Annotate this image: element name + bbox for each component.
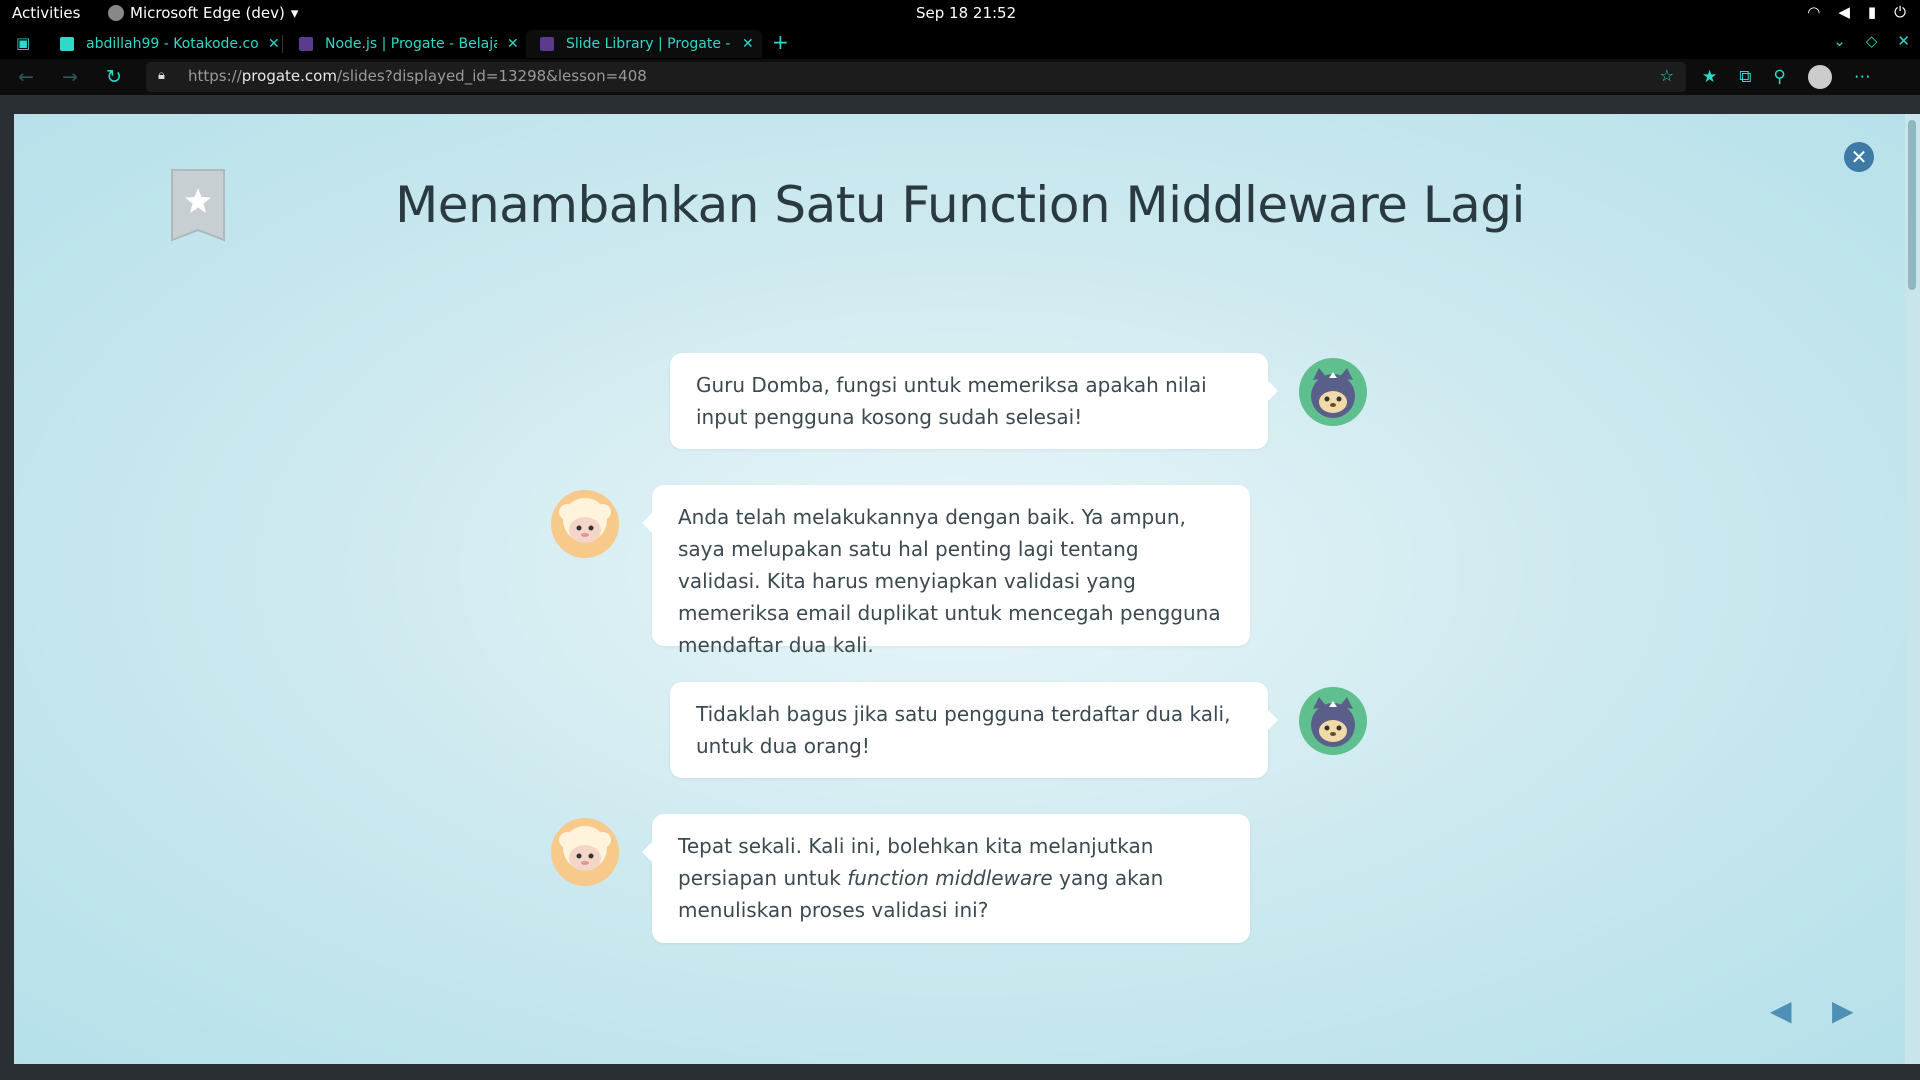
- close-window-icon[interactable]: ✕: [1897, 32, 1910, 50]
- chat-bubble: Guru Domba, fungsi untuk memeriksa apaka…: [670, 353, 1278, 449]
- battery-icon: ▮: [1867, 3, 1877, 21]
- chat-text: Guru Domba, fungsi untuk memeriksa apaka…: [696, 373, 1207, 429]
- page-bottom-strip: [0, 1064, 1920, 1080]
- back-icon[interactable]: ←: [18, 66, 34, 88]
- tab-nodejs-progate[interactable]: Node.js | Progate - Belajar ✕: [285, 30, 519, 58]
- app-menu[interactable]: Microsoft Edge (dev) ▾: [108, 4, 298, 22]
- tab-strip-controls: ⌄ ◇ ✕: [1833, 32, 1910, 50]
- next-slide-button[interactable]: ▶: [1832, 994, 1854, 1027]
- bookmark-star-icon[interactable]: [170, 168, 226, 244]
- edge-icon[interactable]: ◇: [1866, 32, 1878, 50]
- chat-bubble: Tidaklah bagus jika satu pengguna terdaf…: [670, 682, 1278, 778]
- clock[interactable]: Sep 18 21:52: [916, 4, 1016, 22]
- more-options-icon[interactable]: ⋯: [1854, 67, 1871, 87]
- forward-icon[interactable]: →: [62, 66, 78, 88]
- tab-list-chevron-icon[interactable]: ⌄: [1833, 32, 1846, 50]
- volume-icon: ◀: [1838, 3, 1850, 21]
- power-icon: ⏻: [1894, 3, 1906, 21]
- kotakode-favicon-icon: [60, 37, 74, 51]
- chat-text: Anda telah melakukannya dengan baik. Ya …: [678, 505, 1221, 657]
- navigation-bar: ← → ↻ 🔒︎ https://progate.com/slides?disp…: [0, 59, 1920, 95]
- toolbar-actions: ★ ⧉ ⚲ ⋯: [1702, 65, 1871, 89]
- close-tab-icon[interactable]: ✕: [742, 36, 754, 52]
- ninja-cat-avatar-icon: [1299, 687, 1367, 755]
- tab-title: Node.js | Progate - Belajar: [325, 36, 497, 52]
- chat-bubble: Anda telah melakukannya dengan baik. Ya …: [642, 485, 1250, 657]
- edge-app-icon: [108, 5, 124, 21]
- url-text[interactable]: https://progate.com/slides?displayed_id=…: [188, 67, 647, 85]
- scrollbar-thumb[interactable]: [1908, 120, 1916, 290]
- tab-actions-icon[interactable]: ▣: [16, 34, 30, 52]
- tab-divider: [282, 35, 283, 53]
- tab-title: Slide Library | Progate - B: [566, 36, 732, 52]
- add-favorite-icon[interactable]: ☆: [1660, 66, 1674, 85]
- previous-slide-button[interactable]: ◀: [1770, 994, 1792, 1027]
- progate-favicon-icon: [540, 37, 554, 51]
- extensions-icon[interactable]: ⚲: [1773, 67, 1785, 87]
- collections-icon[interactable]: ⧉: [1739, 67, 1751, 87]
- close-slide-button[interactable]: ✕: [1844, 142, 1874, 172]
- sheep-teacher-avatar-icon: [551, 490, 619, 558]
- tab-strip: ▣ abdillah99 - Kotakode.com ✕ Node.js | …: [0, 27, 1920, 59]
- new-tab-button[interactable]: +: [772, 30, 789, 54]
- wifi-icon: ◠: [1807, 3, 1821, 21]
- refresh-icon[interactable]: ↻: [106, 66, 122, 88]
- system-top-bar: Activities Microsoft Edge (dev) ▾ Sep 18…: [0, 0, 1920, 27]
- address-bar[interactable]: 🔒︎ https://progate.com/slides?displayed_…: [146, 62, 1686, 92]
- chat-text-emphasis: function middleware: [847, 866, 1053, 890]
- close-tab-icon[interactable]: ✕: [507, 36, 519, 52]
- tab-kotakode[interactable]: abdillah99 - Kotakode.com ✕: [46, 30, 280, 58]
- sheep-teacher-avatar-icon: [551, 818, 619, 886]
- slide-title: Menambahkan Satu Function Middleware Lag…: [395, 176, 1525, 234]
- lock-icon[interactable]: 🔒︎: [158, 68, 165, 83]
- chat-bubble: Tepat sekali. Kali ini, bolehkan kita me…: [642, 814, 1250, 943]
- chat-text: Tidaklah bagus jika satu pengguna terdaf…: [696, 702, 1231, 758]
- close-tab-icon[interactable]: ✕: [268, 36, 280, 52]
- favorites-icon[interactable]: ★: [1702, 67, 1717, 87]
- activities-button[interactable]: Activities: [12, 4, 80, 22]
- progate-favicon-icon: [299, 37, 313, 51]
- tab-title: abdillah99 - Kotakode.com: [86, 36, 258, 52]
- caret-down-icon: ▾: [290, 4, 299, 22]
- system-tray[interactable]: ◠ ◀ ▮ ⏻: [1807, 3, 1906, 21]
- ninja-cat-avatar-icon: [1299, 358, 1367, 426]
- profile-avatar[interactable]: [1807, 65, 1832, 89]
- app-name: Microsoft Edge (dev): [130, 4, 285, 22]
- tab-slide-library[interactable]: Slide Library | Progate - B ✕: [526, 30, 762, 58]
